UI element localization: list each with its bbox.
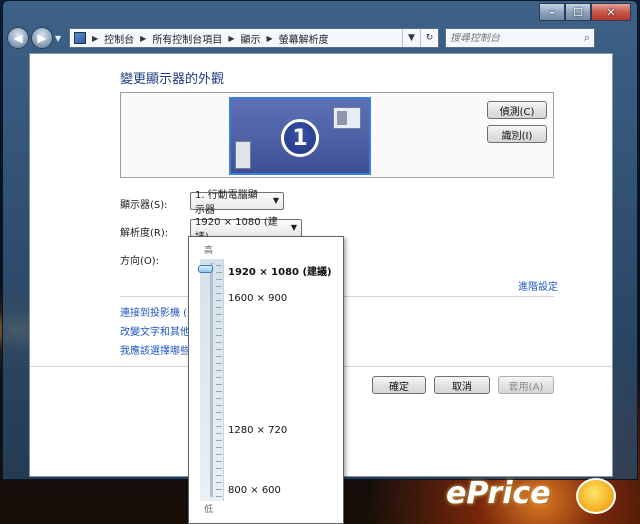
slider-rail <box>210 263 213 497</box>
apply-button: 套用(A) <box>498 376 554 394</box>
refresh-icon[interactable]: ↻ <box>420 29 438 47</box>
display-select[interactable]: 1. 行動電腦顯示器 ▼ <box>190 190 284 216</box>
chevron-down-icon: ▼ <box>290 223 297 232</box>
monitor-computer-icon <box>235 141 251 169</box>
breadcrumb-separator-icon[interactable]: ▶ <box>92 34 98 43</box>
orientation-label: 方向(O): <box>120 256 160 267</box>
search-input[interactable] <box>450 32 584 44</box>
monitor-1-thumbnail[interactable]: 1 <box>229 97 371 175</box>
close-button[interactable]: ✕ <box>591 3 631 21</box>
resolution-dropdown[interactable]: 高 1920 × 1080 (建議) 1600 × 900 1280 × 720… <box>188 236 344 524</box>
search-icon[interactable]: ⌕ <box>584 31 590 45</box>
monitor-number-badge: 1 <box>281 119 319 157</box>
caption-buttons: – ☐ ✕ <box>539 3 631 21</box>
monitor-window-icon <box>333 107 361 129</box>
slider-high-label: 高 <box>204 246 214 256</box>
address-bar[interactable]: ▶ 控制台 ▶ 所有控制台項目 ▶ 顯示 ▶ 螢幕解析度 ▼ ↻ <box>69 28 439 48</box>
resolution-option-1280x720[interactable]: 1280 × 720 <box>228 425 287 436</box>
address-history-dropdown-icon[interactable]: ▼ <box>402 29 420 47</box>
chevron-down-icon: ▼ <box>272 196 279 205</box>
cancel-button[interactable]: 取消 <box>434 376 490 394</box>
detect-button[interactable]: 偵測(C) <box>487 101 547 119</box>
resolution-slider-track[interactable] <box>200 259 224 501</box>
resolution-select[interactable]: 1920 × 1080 (建議) ▼ <box>190 217 302 243</box>
breadcrumb-screen-resolution[interactable]: 螢幕解析度 <box>279 31 329 46</box>
recent-pages-dropdown-icon[interactable]: ▼ <box>55 34 65 43</box>
back-button[interactable]: ◀ <box>7 27 29 49</box>
navigation-bar: ◀ ▶ ▼ ▶ 控制台 ▶ 所有控制台項目 ▶ 顯示 ▶ 螢幕解析度 ▼ ↻ ⌕ <box>7 25 633 51</box>
breadcrumb-display[interactable]: 顯示 <box>240 31 260 46</box>
breadcrumb-all-items[interactable]: 所有控制台項目 <box>152 31 222 46</box>
eprice-watermark: ePrice <box>446 476 551 511</box>
display-label: 顯示器(S): <box>120 200 168 211</box>
page-title: 變更顯示器的外觀 <box>120 72 225 87</box>
resolution-option-800x600[interactable]: 800 × 600 <box>228 485 281 496</box>
display-preview-area: 1 偵測(C) 識別(I) <box>120 92 554 178</box>
ok-button[interactable]: 確定 <box>372 376 426 394</box>
address-bar-tail: ▼ ↻ <box>402 29 438 47</box>
slider-ticks <box>216 265 222 497</box>
breadcrumb-control-panel[interactable]: 控制台 <box>104 31 134 46</box>
resolution-option-1600x900[interactable]: 1600 × 900 <box>228 293 287 304</box>
slider-low-label: 低 <box>204 505 214 515</box>
display-select-value: 1. 行動電腦顯示器 <box>195 190 258 216</box>
resolution-slider-thumb[interactable] <box>198 265 213 273</box>
resolution-option-1920x1080[interactable]: 1920 × 1080 (建議) <box>228 263 332 278</box>
control-panel-icon <box>74 32 86 44</box>
breadcrumb-separator-icon[interactable]: ▶ <box>266 34 272 43</box>
maximize-button[interactable]: ☐ <box>565 3 591 21</box>
breadcrumb-separator-icon[interactable]: ▶ <box>228 34 234 43</box>
resolution-label: 解析度(R): <box>120 228 169 239</box>
forward-button[interactable]: ▶ <box>31 27 53 49</box>
advanced-settings-link[interactable]: 進階設定 <box>518 278 558 293</box>
breadcrumb-separator-icon[interactable]: ▶ <box>140 34 146 43</box>
connect-projector-link[interactable]: 連接到投影機 (或 <box>120 304 197 319</box>
minimize-button[interactable]: – <box>539 3 565 21</box>
search-box[interactable]: ⌕ <box>445 28 595 48</box>
eprice-mascot-icon <box>576 478 616 514</box>
identify-button[interactable]: 識別(I) <box>487 125 547 143</box>
